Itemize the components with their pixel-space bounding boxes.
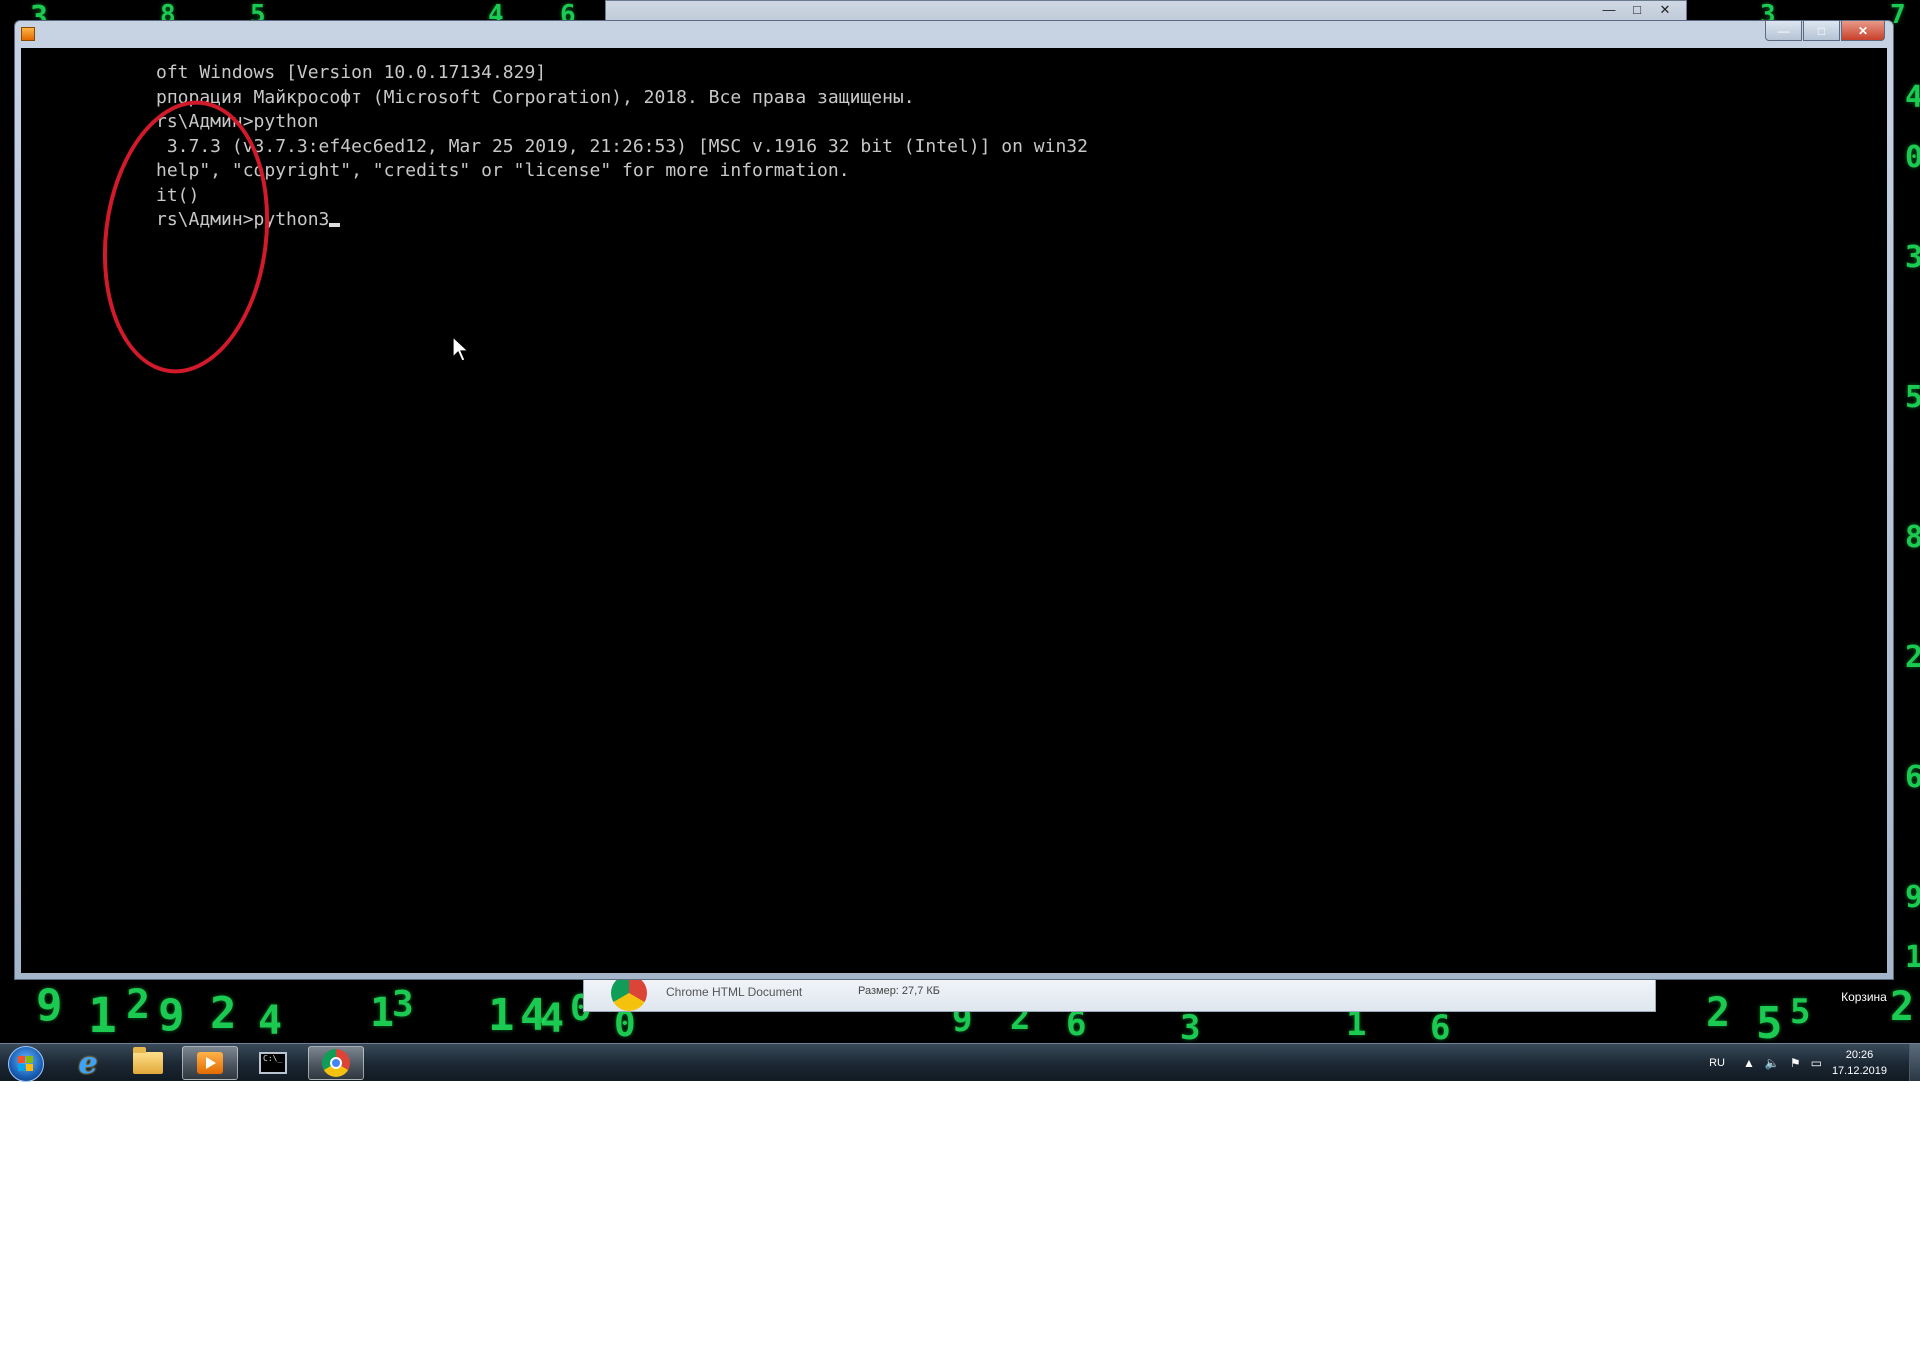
matrix-digit: 1 — [1905, 940, 1920, 975]
matrix-digit: 2 — [210, 988, 237, 1039]
taskbar-chrome[interactable] — [308, 1046, 364, 1080]
windows-logo-icon — [18, 1056, 34, 1072]
taskbar-command-prompt[interactable]: C:\_ — [245, 1046, 301, 1080]
text-cursor — [329, 223, 341, 227]
matrix-digit: 3 — [1905, 240, 1920, 275]
bg-minimize-icon[interactable]: — — [1596, 1, 1622, 19]
matrix-digit: 1 — [370, 990, 395, 1036]
matrix-digit: 4 — [1905, 80, 1920, 115]
matrix-digit: 1 — [88, 988, 117, 1043]
show-hidden-icons-icon[interactable]: ▲ — [1743, 1056, 1755, 1070]
matrix-digit: 1 — [488, 990, 515, 1041]
matrix-digit: 9 — [158, 990, 185, 1041]
console-app-icon[interactable] — [21, 27, 35, 41]
media-player-icon — [197, 1052, 223, 1074]
matrix-digit: 2 — [1706, 990, 1731, 1036]
console-line: 3.7.3 (v3.7.3:ef4ec6ed12, Mar 25 2019, 2… — [156, 135, 1088, 157]
taskbar-media-player[interactable] — [182, 1046, 238, 1080]
console-output[interactable]: oft Windows [Version 10.0.17134.829] рпор… — [21, 48, 1887, 973]
system-tray: RU ▲ 🔈 ⚑ ▭ 20:26 17.12.2019 — [1709, 1044, 1920, 1081]
matrix-digit: 5 — [1905, 380, 1920, 415]
console-line: rs\Админ>python — [156, 111, 319, 132]
console-titlebar[interactable]: — □ ✕ — [15, 21, 1893, 47]
bg-maximize-icon[interactable]: □ — [1624, 1, 1650, 19]
close-button[interactable]: ✕ — [1841, 21, 1885, 41]
ie-icon: e — [78, 1045, 98, 1081]
recycle-bin-label[interactable]: Корзина — [1834, 990, 1894, 1004]
matrix-digit: 0 — [1905, 140, 1920, 175]
bg-close-icon[interactable]: ✕ — [1652, 1, 1678, 19]
taskbar: e C:\_ RU ▲ 🔈 ⚑ ▭ 20:26 17.12.2019 — [0, 1043, 1920, 1082]
matrix-digit: 8 — [1905, 520, 1920, 555]
console-line: oft Windows [Version 10.0.17134.829] — [156, 62, 547, 83]
matrix-digit: 2 — [1905, 640, 1920, 675]
chrome-file-icon — [611, 975, 647, 1011]
taskbar-internet-explorer[interactable]: e — [60, 1045, 116, 1081]
desktop: 9129241314400926316255238546465123740358… — [0, 0, 1920, 1043]
cmd-icon: C:\_ — [259, 1052, 287, 1074]
matrix-digit: 2 — [126, 982, 151, 1028]
matrix-digit: 5 — [1756, 998, 1783, 1043]
matrix-digit: 9 — [1905, 880, 1920, 915]
action-center-icon[interactable]: ⚑ — [1790, 1056, 1801, 1070]
folder-icon — [133, 1047, 163, 1074]
clock-time: 20:26 — [1845, 1048, 1874, 1061]
matrix-digit: 9 — [36, 980, 63, 1031]
minimize-button[interactable]: — — [1765, 21, 1802, 41]
matrix-digit: 3 — [392, 984, 414, 1025]
matrix-digit: 6 — [1905, 760, 1920, 795]
show-desktop-button[interactable] — [1909, 1044, 1920, 1081]
console-line: help", "copyright", "credits" or "licens… — [156, 160, 850, 181]
language-indicator[interactable]: RU — [1709, 1057, 1725, 1069]
clock-date: 17.12.2019 — [1831, 1064, 1887, 1077]
network-icon[interactable]: ▭ — [1811, 1056, 1822, 1070]
taskbar-file-explorer[interactable] — [120, 1046, 176, 1080]
matrix-digit: 6 — [1430, 1008, 1451, 1043]
console-text: oft Windows [Version 10.0.17134.829] рпор… — [156, 61, 1088, 233]
maximize-button[interactable]: □ — [1803, 21, 1840, 41]
volume-icon[interactable]: 🔈 — [1765, 1056, 1780, 1070]
clock[interactable]: 20:26 17.12.2019 — [1832, 1047, 1887, 1079]
download-file-type: Chrome HTML Document — [666, 985, 803, 999]
matrix-digit: 3 — [1180, 1008, 1201, 1043]
console-line: it() — [156, 184, 200, 206]
download-file-size: Размер: 27,7 КБ — [858, 985, 941, 997]
chrome-icon — [322, 1049, 350, 1077]
start-button[interactable] — [8, 1046, 44, 1082]
matrix-digit: 4 — [540, 996, 565, 1042]
window-controls: — □ ✕ — [1765, 21, 1885, 41]
command-prompt-window[interactable]: — □ ✕ oft Windows [Version 10.0.17134.82… — [14, 20, 1894, 980]
matrix-digit: 4 — [258, 998, 283, 1043]
console-input-line[interactable]: rs\Админ>python3 — [156, 208, 1088, 233]
matrix-digit: 5 — [1790, 992, 1811, 1032]
console-line: рпорация Майкрософт (Microsoft Corporati… — [156, 86, 915, 108]
